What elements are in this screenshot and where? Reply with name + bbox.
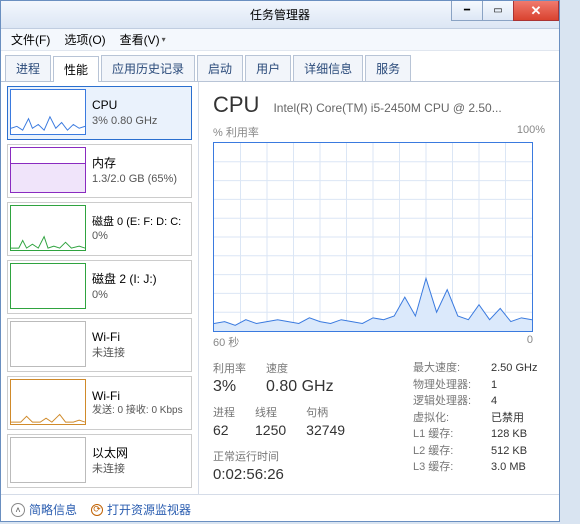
util-value: 3% <box>213 378 246 396</box>
threads-value: 1250 <box>255 422 286 438</box>
close-button[interactable]: ✕ <box>513 1 559 21</box>
tab-startup[interactable]: 启动 <box>197 55 243 81</box>
sidebar-item-wifi2[interactable]: Wi-Fi 发送: 0 接收: 0 Kbps <box>7 376 192 430</box>
maximize-button[interactable]: ▭ <box>482 1 514 21</box>
disk-thumb-icon <box>10 263 86 309</box>
maxspeed-val: 2.50 GHz <box>491 360 537 377</box>
tab-users[interactable]: 用户 <box>245 55 291 81</box>
sidebar-item-disk2[interactable]: 磁盘 2 (I: J:) 0% <box>7 260 192 314</box>
maxspeed-key: 最大速度: <box>413 360 473 377</box>
speed-label: 速度 <box>266 360 334 376</box>
sidebar-item-cpu[interactable]: CPU 3% 0.80 GHz <box>7 86 192 140</box>
chart-xleft: 60 秒 <box>213 334 239 350</box>
logical-val: 4 <box>491 393 497 410</box>
sidebar-item-sub: 0% <box>92 229 181 243</box>
sockets-key: 物理处理器: <box>413 377 473 394</box>
sidebar-item-label: Wi-Fi <box>92 389 183 405</box>
sidebar-item-sub: 未连接 <box>92 462 128 476</box>
uptime-label: 正常运行时间 <box>213 448 393 464</box>
sidebar-item-sub: 未连接 <box>92 346 125 360</box>
cpu-model: Intel(R) Core(TM) i5-2450M CPU @ 2.50... <box>273 101 545 115</box>
l3-key: L3 缓存: <box>413 459 473 476</box>
memory-thumb-icon <box>10 147 86 193</box>
tab-performance[interactable]: 性能 <box>53 56 99 82</box>
sidebar-item-label: Wi-Fi <box>92 330 125 346</box>
minimize-button[interactable]: ━ <box>451 1 483 21</box>
task-manager-window: 任务管理器 ━ ▭ ✕ 文件(F) 选项(O) 查看(V)▾ 进程 性能 应用历… <box>0 0 560 522</box>
l2-key: L2 缓存: <box>413 443 473 460</box>
tab-details[interactable]: 详细信息 <box>293 55 363 81</box>
virt-val: 已禁用 <box>491 410 524 427</box>
info-icon: ⟳ <box>91 504 103 516</box>
tab-app-history[interactable]: 应用历史记录 <box>101 55 195 81</box>
sidebar-item-label: 磁盘 2 (I: J:) <box>92 272 157 288</box>
chevron-up-icon: ˄ <box>11 503 25 517</box>
sockets-val: 1 <box>491 377 497 394</box>
ethernet-thumb-icon <box>10 437 86 483</box>
logical-key: 逻辑处理器: <box>413 393 473 410</box>
sidebar-item-sub: 发送: 0 接收: 0 Kbps <box>92 404 183 417</box>
sidebar-item-disk0[interactable]: 磁盘 0 (E: F: D: C: 0% <box>7 202 192 256</box>
cpu-thumb-icon <box>10 89 86 135</box>
wifi-thumb-icon <box>10 379 86 425</box>
processes-value: 62 <box>213 422 235 438</box>
handles-value: 32749 <box>306 422 345 438</box>
window-buttons: ━ ▭ ✕ <box>452 1 559 21</box>
page-title: CPU <box>213 92 259 118</box>
sidebar-item-memory[interactable]: 内存 1.3/2.0 GB (65%) <box>7 144 192 198</box>
chart-top-labels: % 利用率 100% <box>213 124 545 140</box>
sidebar-item-label: 内存 <box>92 156 177 172</box>
wifi-thumb-icon <box>10 321 86 367</box>
handles-label: 句柄 <box>306 404 345 420</box>
cpu-chart <box>213 142 533 332</box>
chevron-down-icon: ▾ <box>162 35 166 44</box>
chart-xright: 0 <box>527 334 533 350</box>
l1-key: L1 缓存: <box>413 426 473 443</box>
sidebar-item-sub: 1.3/2.0 GB (65%) <box>92 172 177 186</box>
sidebar-item-ethernet[interactable]: 以太网 未连接 <box>7 434 192 488</box>
menubar: 文件(F) 选项(O) 查看(V)▾ <box>1 29 559 51</box>
resource-monitor-link[interactable]: ⟳ 打开资源监视器 <box>91 501 191 518</box>
uptime-value: 0:02:56:26 <box>213 466 393 483</box>
sidebar-item-sub: 3% 0.80 GHz <box>92 114 157 128</box>
virt-key: 虚拟化: <box>413 410 473 427</box>
l2-val: 512 KB <box>491 443 527 460</box>
chart-ylabel: % 利用率 <box>213 124 259 140</box>
tab-services[interactable]: 服务 <box>365 55 411 81</box>
menu-options[interactable]: 选项(O) <box>58 29 111 50</box>
main-header: CPU Intel(R) Core(TM) i5-2450M CPU @ 2.5… <box>213 92 545 118</box>
sidebar-item-label: CPU <box>92 98 157 114</box>
processes-label: 进程 <box>213 404 235 420</box>
window-title: 任务管理器 <box>250 6 310 23</box>
sidebar-item-label: 磁盘 0 (E: F: D: C: <box>92 215 181 229</box>
chart-ymax: 100% <box>517 124 545 140</box>
sidebar: CPU 3% 0.80 GHz 内存 1.3/2.0 GB (65%) 磁盘 <box>1 82 199 494</box>
sidebar-item-wifi1[interactable]: Wi-Fi 未连接 <box>7 318 192 372</box>
uptime-block: 正常运行时间 0:02:56:26 <box>213 448 393 483</box>
sidebar-item-label: 以太网 <box>92 446 128 462</box>
util-label: 利用率 <box>213 360 246 376</box>
threads-label: 线程 <box>255 404 286 420</box>
l1-val: 128 KB <box>491 426 527 443</box>
disk-thumb-icon <box>10 205 86 251</box>
titlebar[interactable]: 任务管理器 ━ ▭ ✕ <box>1 1 559 29</box>
tab-processes[interactable]: 进程 <box>5 55 51 81</box>
content: CPU 3% 0.80 GHz 内存 1.3/2.0 GB (65%) 磁盘 <box>1 82 559 494</box>
sidebar-item-sub: 0% <box>92 288 157 302</box>
menu-file[interactable]: 文件(F) <box>5 29 56 50</box>
brief-info-link[interactable]: ˄ 简略信息 <box>11 501 77 518</box>
l3-val: 3.0 MB <box>491 459 526 476</box>
specs: 最大速度: 2.50 GHz 物理处理器: 1 逻辑处理器: 4 虚拟化: 已禁用 L1… <box>413 360 537 483</box>
main-panel: CPU Intel(R) Core(TM) i5-2450M CPU @ 2.5… <box>199 82 559 494</box>
stats-row2: 进程 62 线程 1250 句柄 32749 <box>213 404 393 438</box>
chart-bottom-labels: 60 秒 0 <box>213 334 533 350</box>
menu-view[interactable]: 查看(V)▾ <box>114 29 172 50</box>
speed-value: 0.80 GHz <box>266 378 334 396</box>
footer: ˄ 简略信息 ⟳ 打开资源监视器 <box>1 494 559 524</box>
tabs: 进程 性能 应用历史记录 启动 用户 详细信息 服务 <box>1 51 559 82</box>
stats-row1: 利用率 3% 速度 0.80 GHz <box>213 360 393 396</box>
